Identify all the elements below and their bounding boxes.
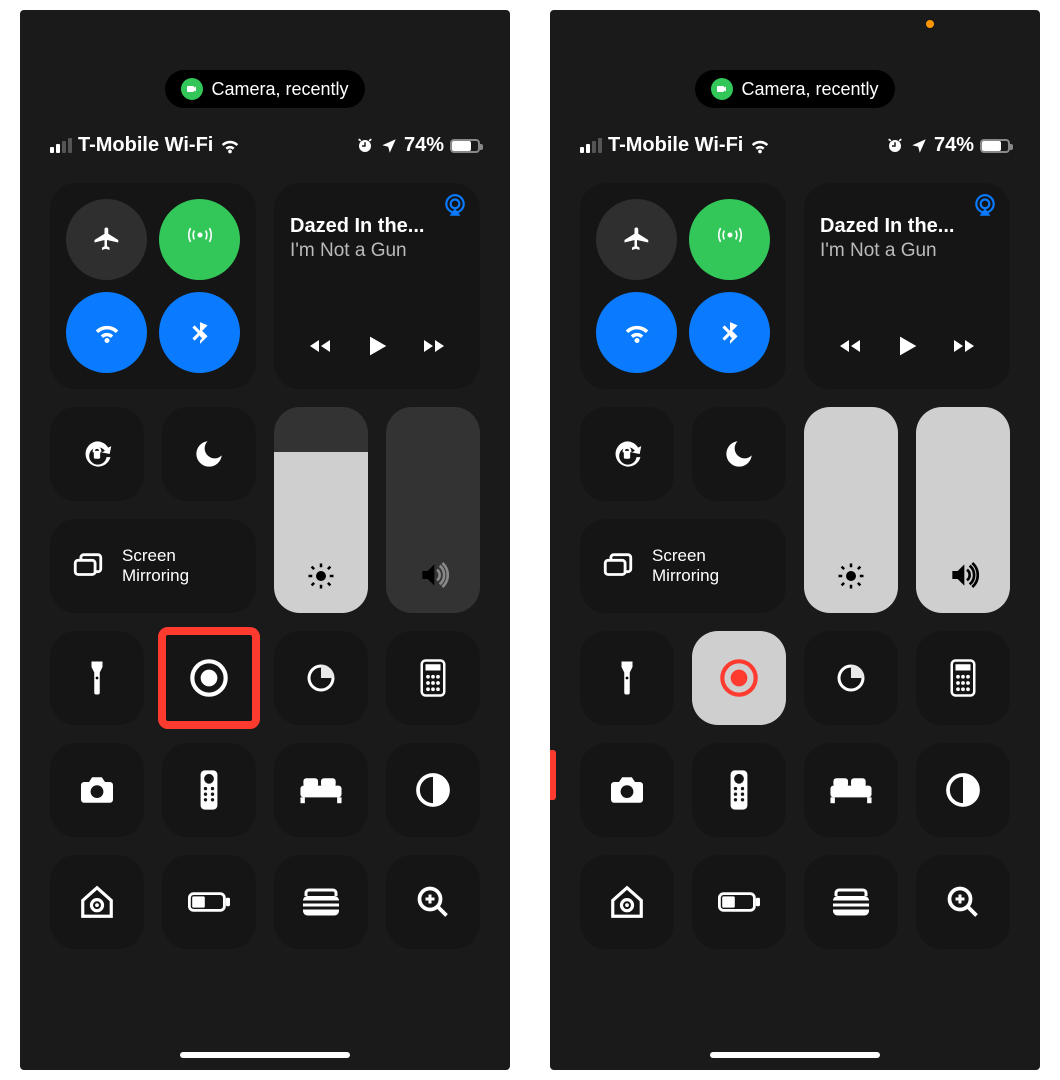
volume-icon xyxy=(417,559,449,591)
brightness-slider[interactable] xyxy=(804,407,898,613)
brightness-icon xyxy=(836,561,866,591)
battery-percent: 74% xyxy=(404,134,444,157)
location-icon xyxy=(910,137,928,155)
location-icon xyxy=(380,137,398,155)
calculator-button[interactable] xyxy=(916,631,1010,725)
media-artist: I'm Not a Gun xyxy=(820,240,994,262)
media-title: Dazed In the... xyxy=(820,215,994,238)
record-icon xyxy=(189,658,229,698)
control-center-right: Camera, recently T-Mobile Wi-Fi 74% Daze xyxy=(550,10,1040,1070)
do-not-disturb-toggle[interactable] xyxy=(692,407,786,501)
wifi-toggle[interactable] xyxy=(596,292,677,373)
volume-slider[interactable] xyxy=(386,407,480,613)
flashlight-button[interactable] xyxy=(50,631,144,725)
bluetooth-toggle[interactable] xyxy=(159,292,240,373)
sleep-button[interactable] xyxy=(804,743,898,837)
apple-tv-remote-button[interactable] xyxy=(692,743,786,837)
wifi-icon xyxy=(749,135,771,157)
play-icon[interactable] xyxy=(893,331,921,361)
status-bar: T-Mobile Wi-Fi 74% xyxy=(550,108,1040,157)
apple-tv-remote-button[interactable] xyxy=(162,743,256,837)
calculator-button[interactable] xyxy=(386,631,480,725)
alarm-icon xyxy=(886,137,904,155)
cellular-data-toggle[interactable] xyxy=(689,199,770,280)
volume-slider[interactable] xyxy=(916,407,1010,613)
camera-button[interactable] xyxy=(50,743,144,837)
brightness-slider[interactable] xyxy=(274,407,368,613)
privacy-indicator-pill[interactable]: Camera, recently xyxy=(695,70,894,108)
home-indicator[interactable] xyxy=(180,1052,350,1058)
cellular-signal-icon xyxy=(50,138,72,153)
timer-button[interactable] xyxy=(274,631,368,725)
camera-icon xyxy=(181,78,203,100)
screen-mirroring-icon xyxy=(68,549,108,583)
battery-icon xyxy=(980,139,1010,153)
camera-button[interactable] xyxy=(580,743,674,837)
magnifier-button[interactable] xyxy=(916,855,1010,949)
play-icon[interactable] xyxy=(363,331,391,361)
wifi-toggle[interactable] xyxy=(66,292,147,373)
airplane-mode-toggle[interactable] xyxy=(66,199,147,280)
battery-percent: 74% xyxy=(934,134,974,157)
sleep-button[interactable] xyxy=(274,743,368,837)
screen-record-button[interactable] xyxy=(162,631,256,725)
microphone-indicator-dot xyxy=(926,20,934,28)
alarm-icon xyxy=(356,137,374,155)
home-indicator[interactable] xyxy=(710,1052,880,1058)
media-panel[interactable]: Dazed In the... I'm Not a Gun xyxy=(804,183,1010,389)
carrier-label: T-Mobile Wi-Fi xyxy=(78,134,213,157)
orientation-lock-toggle[interactable] xyxy=(580,407,674,501)
timer-button[interactable] xyxy=(804,631,898,725)
low-power-mode-toggle[interactable] xyxy=(162,855,256,949)
volume-icon xyxy=(947,559,979,591)
flashlight-button[interactable] xyxy=(580,631,674,725)
orientation-lock-toggle[interactable] xyxy=(50,407,144,501)
screen-mirroring-icon xyxy=(598,549,638,583)
forward-icon[interactable] xyxy=(417,334,451,358)
low-power-mode-toggle[interactable] xyxy=(692,855,786,949)
airplane-mode-toggle[interactable] xyxy=(596,199,677,280)
bluetooth-toggle[interactable] xyxy=(689,292,770,373)
control-center-left: Camera, recently T-Mobile Wi-Fi 74% xyxy=(20,10,510,1070)
screen-mirroring-label: Screen Mirroring xyxy=(652,546,719,585)
wallet-button[interactable] xyxy=(804,855,898,949)
privacy-indicator-label: Camera, recently xyxy=(741,79,878,100)
battery-icon xyxy=(450,139,480,153)
carrier-label: T-Mobile Wi-Fi xyxy=(608,134,743,157)
brightness-icon xyxy=(306,561,336,591)
privacy-indicator-label: Camera, recently xyxy=(211,79,348,100)
wifi-icon xyxy=(219,135,241,157)
record-icon xyxy=(719,658,759,698)
home-button[interactable] xyxy=(580,855,674,949)
connectivity-panel[interactable] xyxy=(50,183,256,389)
camera-icon xyxy=(711,78,733,100)
rewind-icon[interactable] xyxy=(303,334,337,358)
media-artist: I'm Not a Gun xyxy=(290,240,464,262)
status-bar: T-Mobile Wi-Fi 74% xyxy=(20,108,510,157)
screen-mirroring-label: Screen Mirroring xyxy=(122,546,189,585)
dark-mode-toggle[interactable] xyxy=(916,743,1010,837)
airplay-icon[interactable] xyxy=(442,193,468,224)
home-button[interactable] xyxy=(50,855,144,949)
screen-record-button[interactable] xyxy=(692,631,786,725)
media-title: Dazed In the... xyxy=(290,215,464,238)
cellular-data-toggle[interactable] xyxy=(159,199,240,280)
media-panel[interactable]: Dazed In the... I'm Not a Gun xyxy=(274,183,480,389)
recording-indicator-edge xyxy=(550,750,556,800)
airplay-icon[interactable] xyxy=(972,193,998,224)
connectivity-panel[interactable] xyxy=(580,183,786,389)
cellular-signal-icon xyxy=(580,138,602,153)
forward-icon[interactable] xyxy=(947,334,981,358)
privacy-indicator-pill[interactable]: Camera, recently xyxy=(165,70,364,108)
wallet-button[interactable] xyxy=(274,855,368,949)
rewind-icon[interactable] xyxy=(833,334,867,358)
screen-mirroring-button[interactable]: Screen Mirroring xyxy=(580,519,786,613)
screen-mirroring-button[interactable]: Screen Mirroring xyxy=(50,519,256,613)
magnifier-button[interactable] xyxy=(386,855,480,949)
do-not-disturb-toggle[interactable] xyxy=(162,407,256,501)
dark-mode-toggle[interactable] xyxy=(386,743,480,837)
